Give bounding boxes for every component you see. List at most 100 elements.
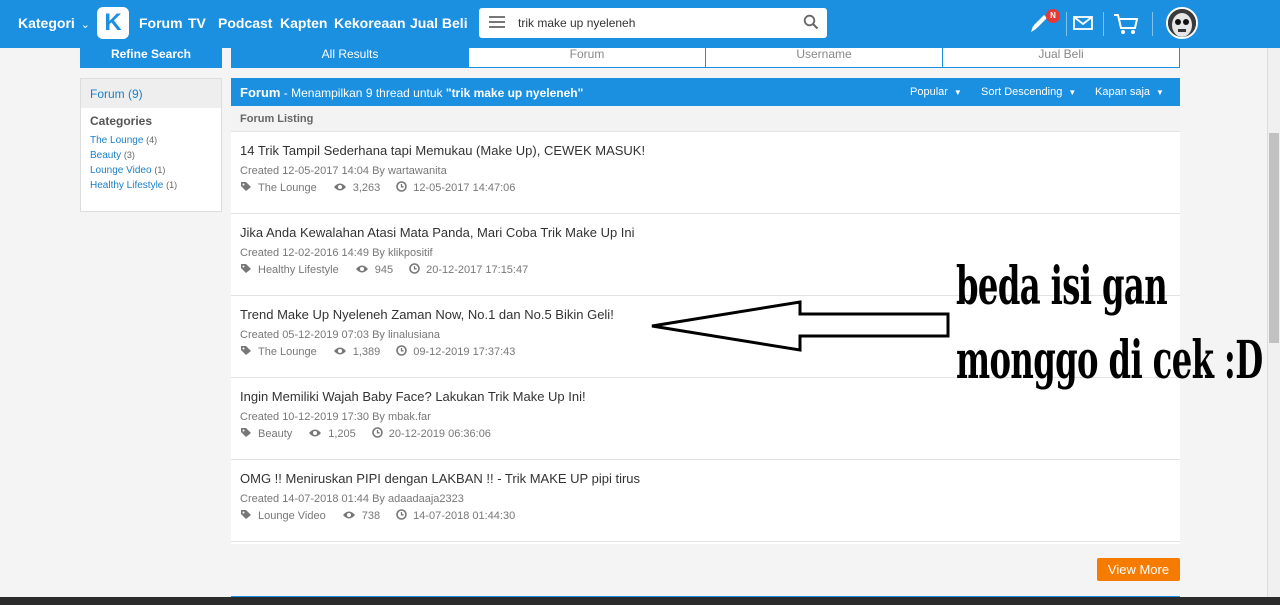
view-more-button[interactable]: View More — [1097, 558, 1180, 581]
tag-icon — [240, 345, 258, 359]
kategori-menu[interactable]: Kategori ⌄ — [18, 15, 90, 31]
sidebar-forum-count[interactable]: Forum (9) — [81, 79, 221, 108]
annotation-line-2: monggo di cek :D — [956, 330, 1263, 391]
thread-views: 3,263 — [352, 182, 381, 194]
kaskus-logo[interactable]: K — [97, 7, 129, 39]
os-taskbar — [0, 597, 1280, 605]
scrollbar-thumb[interactable] — [1269, 133, 1279, 343]
category-item[interactable]: Beauty (3) — [90, 148, 221, 163]
sort-label: Sort Descending — [981, 86, 1063, 98]
tag-icon — [240, 181, 258, 195]
thread-created: Created 14-07-2018 01:44 By adaadaaja232… — [240, 493, 464, 505]
tag-icon — [240, 427, 258, 441]
category-item[interactable]: The Lounge (4) — [90, 133, 221, 148]
results-summary: Forum - Menampilkan 9 thread untuk "trik… — [240, 85, 583, 100]
category-name[interactable]: Healthy Lifestyle — [90, 180, 163, 191]
thread-meta: Healthy Lifestyle 945 20-12-2017 17:15:47 — [240, 263, 528, 277]
thread-created: Created 12-02-2016 14:49 By klikpositif — [240, 247, 433, 259]
thread-created: Created 05-12-2019 07:03 By linalusiana — [240, 329, 440, 341]
category-count: (4) — [146, 135, 158, 145]
thread-meta: Lounge Video 738 14-07-2018 01:44:30 — [240, 509, 515, 523]
refine-search-button[interactable]: Refine Search — [80, 48, 222, 68]
tab-forum[interactable]: Forum — [468, 48, 706, 68]
caret-down-icon: ▼ — [1068, 88, 1077, 97]
thread-meta: The Lounge 3,263 12-05-2017 14:47:06 — [240, 181, 515, 195]
thread-last-post: 09-12-2019 17:37:43 — [413, 346, 516, 358]
tag-icon — [240, 509, 258, 523]
nav-link-podcast[interactable]: Podcast — [218, 15, 272, 31]
thread-created: Created 10-12-2019 17:30 By mbak.far — [240, 411, 431, 423]
category-name[interactable]: Beauty — [90, 150, 121, 161]
nav-link-tv[interactable]: TV — [188, 15, 206, 31]
thread-title[interactable]: Jika Anda Kewalahan Atasi Mata Panda, Ma… — [240, 225, 635, 240]
thread-views: 738 — [361, 510, 381, 522]
thread-title[interactable]: OMG !! Meniruskan PIPI dengan LAKBAN !! … — [240, 471, 640, 486]
thread-title[interactable]: Ingin Memiliki Wajah Baby Face? Lakukan … — [240, 389, 586, 404]
sort-dropdown[interactable]: Sort Descending ▼ — [981, 86, 1076, 98]
annotation-line-1: beda isi gan — [956, 256, 1168, 317]
category-count: (3) — [123, 150, 135, 160]
category-count: (1) — [166, 180, 178, 190]
tab-username[interactable]: Username — [705, 48, 943, 68]
search-bar[interactable]: trik make up nyeleneh — [479, 8, 827, 38]
thread-row: OMG !! Meniruskan PIPI dengan LAKBAN !! … — [231, 460, 1180, 542]
category-item[interactable]: Healthy Lifestyle (1) — [90, 178, 221, 193]
nav-link-kapten[interactable]: Kapten — [280, 15, 327, 31]
tag-icon — [240, 263, 258, 277]
categories-heading: Categories — [90, 114, 153, 128]
clock-icon — [396, 509, 413, 523]
caret-down-icon: ▼ — [953, 88, 962, 97]
eye-icon — [308, 428, 328, 441]
thread-category[interactable]: The Lounge — [258, 182, 317, 194]
forum-listing-label: Forum Listing — [231, 106, 1180, 132]
nav-link-forum[interactable]: Forum — [139, 15, 183, 31]
thread-category[interactable]: Lounge Video — [258, 510, 326, 522]
thread-last-post: 14-07-2018 01:44:30 — [413, 510, 516, 522]
results-subtitle: - Menampilkan 9 thread untuk — [280, 86, 446, 100]
search-filter-sidebar: Forum (9) Categories The Lounge (4) Beau… — [80, 78, 222, 212]
thread-last-post: 12-05-2017 14:47:06 — [413, 182, 516, 194]
category-name[interactable]: The Lounge — [90, 135, 143, 146]
category-item[interactable]: Lounge Video (1) — [90, 163, 221, 178]
thread-created: Created 12-05-2017 14:04 By wartawanita — [240, 165, 447, 177]
thread-row: 14 Trik Tampil Sederhana tapi Memukau (M… — [231, 132, 1180, 214]
popular-dropdown[interactable]: Popular ▼ — [910, 86, 962, 98]
thread-views: 1,205 — [328, 428, 356, 440]
time-label: Kapan saja — [1095, 86, 1151, 98]
thread-meta: The Lounge 1,389 09-12-2019 17:37:43 — [240, 345, 515, 359]
hamburger-menu-icon[interactable] — [489, 14, 505, 30]
results-query: "trik make up nyeleneh" — [445, 86, 584, 100]
nav-divider — [1152, 12, 1153, 36]
thread-last-post: 20-12-2017 17:15:47 — [426, 264, 529, 276]
search-icon[interactable] — [803, 14, 819, 35]
thread-category[interactable]: The Lounge — [258, 346, 317, 358]
category-name[interactable]: Lounge Video — [90, 165, 152, 176]
annotation-arrow-icon — [651, 300, 950, 352]
kategori-label: Kategori — [18, 15, 75, 31]
thread-category[interactable]: Healthy Lifestyle — [258, 264, 339, 276]
time-dropdown[interactable]: Kapan saja ▼ — [1095, 86, 1164, 98]
nav-divider — [1066, 12, 1067, 36]
thread-title[interactable]: 14 Trik Tampil Sederhana tapi Memukau (M… — [240, 143, 645, 158]
nav-link-jual-beli[interactable]: Jual Beli — [410, 15, 468, 31]
clock-icon — [396, 181, 413, 195]
notification-badge: N — [1046, 9, 1060, 23]
thread-meta: Beauty 1,205 20-12-2019 06:36:06 — [240, 427, 491, 441]
thread-category[interactable]: Beauty — [258, 428, 292, 440]
user-avatar[interactable] — [1166, 7, 1198, 39]
top-navbar: Kategori ⌄ K Forum TV Podcast Kapten Keko… — [0, 0, 1280, 48]
search-input[interactable]: trik make up nyeleneh — [518, 16, 635, 30]
caret-down-icon: ▼ — [1156, 88, 1164, 97]
mail-icon[interactable] — [1073, 15, 1093, 36]
eye-icon — [333, 346, 353, 359]
thread-last-post: 20-12-2019 06:36:06 — [388, 428, 491, 440]
cart-icon[interactable] — [1113, 13, 1139, 40]
nav-link-kekoreaan[interactable]: Kekoreaan — [334, 15, 406, 31]
nav-divider — [1103, 12, 1104, 36]
tab-jual-beli[interactable]: Jual Beli — [942, 48, 1180, 68]
tab-all-results[interactable]: All Results — [231, 48, 469, 68]
eye-icon — [355, 264, 375, 277]
eye-icon — [342, 510, 362, 523]
results-section-title: Forum — [240, 85, 281, 100]
thread-title[interactable]: Trend Make Up Nyeleneh Zaman Now, No.1 d… — [240, 307, 614, 322]
